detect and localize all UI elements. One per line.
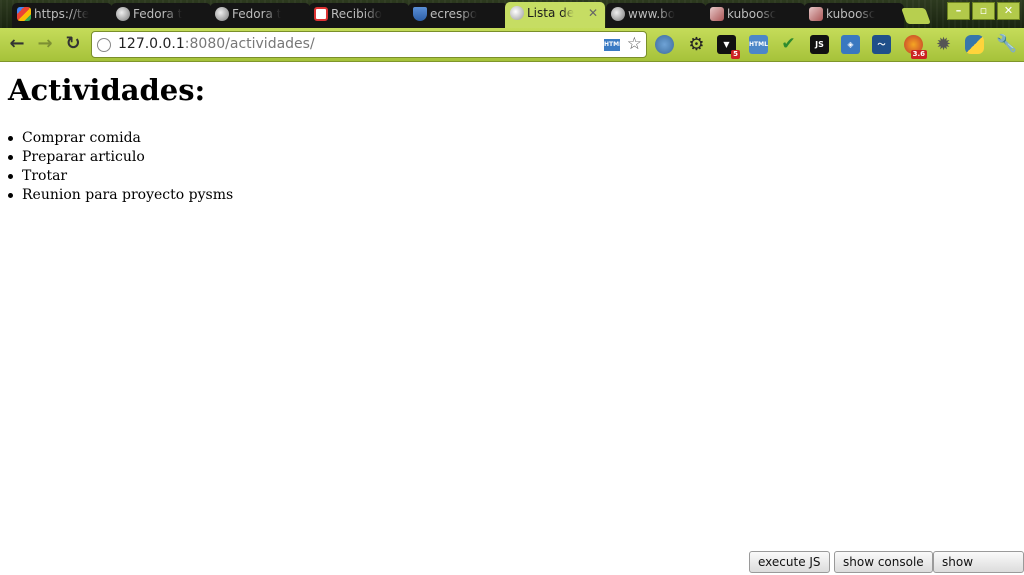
globe-icon <box>611 7 625 21</box>
tab-label: Fedora t <box>232 7 282 21</box>
extension-badge: 3.6 <box>910 50 927 59</box>
firefox-icon[interactable]: 3.6 <box>904 35 927 59</box>
globe-icon <box>215 7 229 21</box>
tab-label: Recibido <box>331 7 383 21</box>
image-icon <box>710 7 724 21</box>
list-item: Trotar <box>7 167 233 186</box>
show-console-button[interactable]: show console <box>834 551 933 573</box>
shield-icon <box>413 7 427 21</box>
list-item: Comprar comida <box>7 129 233 148</box>
js-label: JS <box>815 40 824 49</box>
tab-label: Lista de <box>527 6 575 20</box>
tab-label: kuboosc <box>727 7 777 21</box>
html5-icon[interactable]: HTML <box>604 39 623 51</box>
bookmark-star-icon[interactable]: ☆ <box>627 34 642 54</box>
js-console-icon[interactable]: JS <box>810 35 829 54</box>
close-window-button[interactable]: ✕ <box>997 2 1020 20</box>
tab-label: ecrespo <box>430 7 478 21</box>
reload-button[interactable]: ↻ <box>63 34 83 54</box>
cog-icon[interactable]: ✹ <box>934 35 953 54</box>
tab-7[interactable]: www.bo <box>606 3 706 28</box>
list-item: Preparar articulo <box>7 148 233 167</box>
activity-list: Comprar comida Preparar articulo Trotar … <box>7 129 234 205</box>
tab-strip: https://te Fedora t Fedora t Recibido ec… <box>0 0 1024 28</box>
gear-icon[interactable]: ⚙ <box>687 35 706 54</box>
url-path: :8080/actividades/ <box>184 36 315 52</box>
tab-label: Fedora t <box>133 7 183 21</box>
url-host: 127.0.0.1 <box>118 36 185 52</box>
extension-diamond-icon[interactable]: ◈ <box>841 35 860 54</box>
checkmark-icon[interactable]: ✔ <box>779 35 798 54</box>
extension-badge: 5 <box>731 50 740 59</box>
tab-8[interactable]: kuboosc <box>705 3 805 28</box>
image-icon <box>809 7 823 21</box>
extension-globe-icon[interactable] <box>655 35 674 54</box>
tab-label: https://te <box>34 7 90 21</box>
forward-button[interactable]: → <box>35 34 55 54</box>
back-button[interactable]: ← <box>7 34 27 54</box>
close-icon[interactable]: ✕ <box>588 2 598 24</box>
browser-toolbar: ← → ↻ 127.0.0.1:8080/actividades/ HTML ☆… <box>0 28 1024 62</box>
gmail-icon <box>314 7 328 21</box>
tab-1[interactable]: https://te <box>12 3 112 28</box>
minimize-button[interactable]: – <box>947 2 970 20</box>
python-icon[interactable] <box>965 35 984 54</box>
page-content: Actividades: Comprar comida Preparar art… <box>0 63 1024 575</box>
address-bar[interactable]: 127.0.0.1:8080/actividades/ HTML ☆ <box>91 31 647 58</box>
tab-4[interactable]: Recibido <box>309 3 409 28</box>
page-title: Actividades: <box>8 73 206 107</box>
tab-5[interactable]: ecrespo <box>408 3 508 28</box>
tab-2[interactable]: Fedora t <box>111 3 211 28</box>
tab-3[interactable]: Fedora t <box>210 3 310 28</box>
globe-icon <box>97 38 111 52</box>
url-text: 127.0.0.1:8080/actividades/ <box>118 36 315 52</box>
wrench-icon[interactable]: 🔧 <box>996 35 1017 54</box>
maximize-button[interactable]: ▫ <box>972 2 995 20</box>
extension-v-icon[interactable]: ▼ 5 <box>717 35 740 59</box>
tab-active[interactable]: Lista de ✕ <box>505 2 605 28</box>
google-icon <box>17 7 31 21</box>
tab-label: www.bo <box>628 7 676 21</box>
show-source-button[interactable]: show source <box>933 551 1024 573</box>
chart-icon[interactable]: 〜 <box>872 35 891 54</box>
tab-label: kuboosc <box>826 7 876 21</box>
html-validator-icon[interactable]: HTML <box>749 35 768 54</box>
globe-icon <box>510 6 524 20</box>
execute-js-button[interactable]: execute JS <box>749 551 830 573</box>
tab-9[interactable]: kuboosc <box>804 3 904 28</box>
globe-icon <box>116 7 130 21</box>
list-item: Reunion para proyecto pysms <box>7 187 234 203</box>
